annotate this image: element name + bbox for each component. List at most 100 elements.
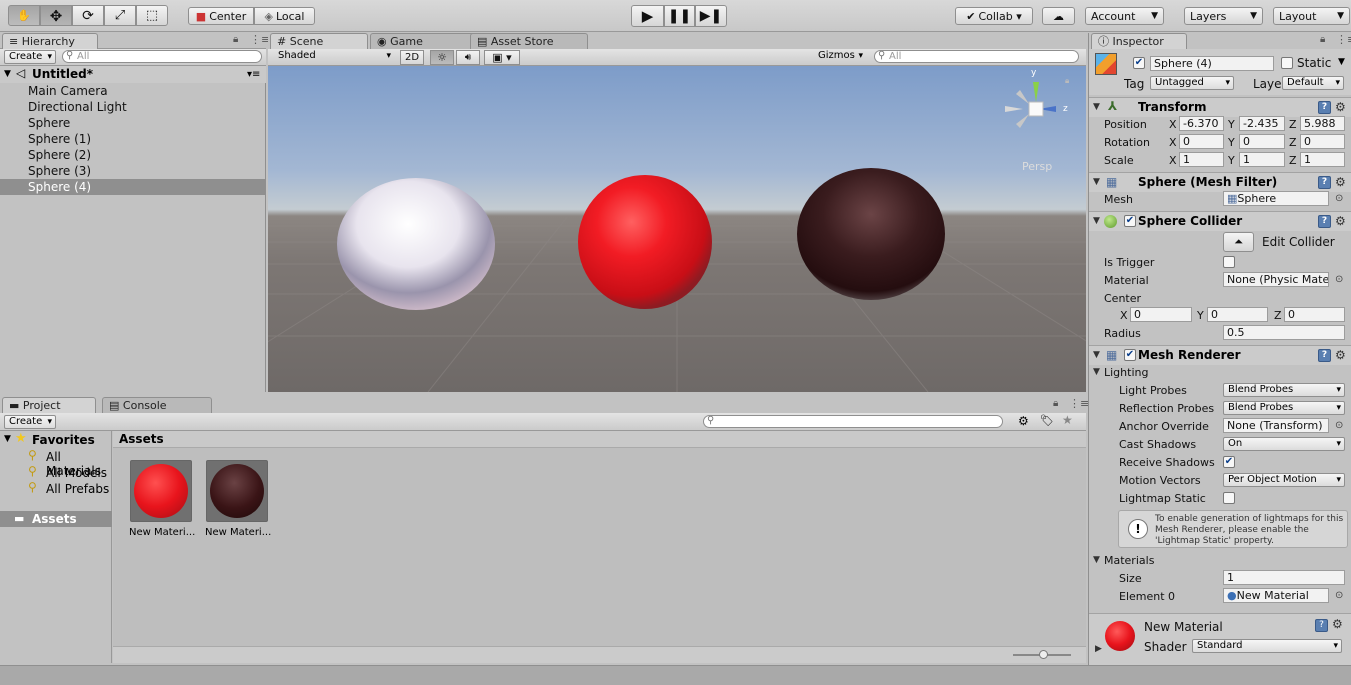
rotation-y-field[interactable]: 0 [1239,134,1285,149]
anchor-override-field[interactable]: None (Transform) [1223,418,1329,433]
effects-dropdown[interactable]: ▣ ▾ [484,50,520,65]
help-icon[interactable]: ? [1318,349,1331,362]
lock-icon[interactable]: 🔒︎ [233,34,238,45]
scene-root-row[interactable]: ▼ ◁ Untitled* ▾≡ [0,66,266,83]
element-0-field[interactable]: ●New Material [1223,588,1329,603]
fav-all-prefabs[interactable]: All Prefabs [46,482,109,496]
list-item[interactable]: Sphere [0,115,265,131]
tab-project[interactable]: ▬ Project [2,397,96,414]
scale-tool-button[interactable]: ⤢ [104,5,136,26]
radius-field[interactable]: 0.5 [1223,325,1345,340]
2d-toggle-button[interactable]: 2D [400,50,424,65]
scene-viewport[interactable]: y z 🔒︎ Persp [268,66,1086,392]
layer-dropdown[interactable]: Default [1282,76,1344,90]
receive-shadows-checkbox[interactable]: ✔ [1223,456,1235,468]
favorites-label[interactable]: Favorites [32,433,95,447]
gear-icon[interactable]: ⚙ [1335,173,1346,192]
panel-menu-icon[interactable]: ⋮≡ [1336,33,1351,46]
help-icon[interactable]: ? [1315,619,1328,632]
expand-triangle-icon[interactable]: ▼ [1093,555,1100,565]
rect-tool-button[interactable]: ⬚ [136,5,168,26]
transform-header[interactable]: ▼ ⅄ Transform ? ⚙ [1089,97,1351,117]
lock-icon[interactable]: 🔒︎ [1053,398,1058,409]
tab-game[interactable]: ◉ Game [370,33,480,50]
list-item[interactable]: Main Camera [0,83,265,99]
gear-icon[interactable]: ⚙ [1335,212,1346,231]
lighting-toggle-button[interactable]: ☼ [430,50,454,65]
active-checkbox[interactable]: ✔ [1133,57,1145,69]
favorite-star-icon[interactable]: ★ [1062,413,1073,427]
chevron-down-icon[interactable]: ▼ [1338,57,1345,67]
expand-triangle-icon[interactable]: ▼ [1093,367,1100,377]
asset-label[interactable]: New Materi... [129,527,195,538]
move-tool-button[interactable]: ✥ [40,5,72,26]
list-item[interactable]: Sphere (2) [0,147,265,163]
materials-size-field[interactable]: 1 [1223,570,1345,585]
step-button[interactable]: ▶❚ [695,5,727,27]
shader-dropdown[interactable]: Standard [1192,639,1342,653]
static-checkbox[interactable] [1281,57,1293,69]
tag-dropdown[interactable]: Untagged [1150,76,1234,90]
expand-triangle-icon[interactable]: ▼ [1093,98,1100,117]
expand-triangle-icon[interactable]: ▼ [1093,173,1100,192]
asset-tile[interactable] [206,460,268,522]
pivot-center-button[interactable]: ■ Center [188,7,254,25]
lock-icon[interactable]: 🔒︎ [1320,34,1325,45]
rotation-x-field[interactable]: 0 [1179,134,1224,149]
position-y-field[interactable]: -2.435 [1239,116,1285,131]
fav-all-models[interactable]: All Models [46,466,107,480]
light-probes-dropdown[interactable]: Blend Probes [1223,383,1345,397]
expand-triangle-icon[interactable]: ▼ [1093,212,1100,231]
scene-search-input[interactable]: All [874,50,1079,63]
rotate-tool-button[interactable]: ⟳ [72,5,104,26]
center-z-field[interactable]: 0 [1284,307,1345,322]
scene-gizmo[interactable]: y z [1001,68,1071,144]
hierarchy-search-input[interactable]: All [62,50,262,63]
project-create-dropdown[interactable]: Create [4,415,56,429]
list-item[interactable]: Directional Light [0,99,265,115]
dark-sphere[interactable] [797,168,945,300]
object-picker-icon[interactable]: ⊙ [1335,590,1343,601]
list-item[interactable]: Sphere (3) [0,163,265,179]
collab-button[interactable]: ✔ Collab ▾ [955,7,1033,25]
center-y-field[interactable]: 0 [1207,307,1268,322]
expand-triangle-icon[interactable]: ▼ [4,66,11,83]
cast-shadows-dropdown[interactable]: On [1223,437,1345,451]
list-item-selected[interactable]: Sphere (4) [0,179,265,195]
red-sphere[interactable] [578,175,712,309]
tab-console[interactable]: ▤ Console [102,397,212,414]
tab-scene[interactable]: # Scene [270,33,368,50]
account-dropdown[interactable]: Account ▼ [1085,7,1164,25]
scale-y-field[interactable]: 1 [1239,152,1285,167]
pivot-local-button[interactable]: ◈ Local [254,7,315,25]
tab-hierarchy[interactable]: ≡ Hierarchy [2,33,98,50]
help-icon[interactable]: ? [1318,215,1331,228]
shading-mode-dropdown[interactable]: Shaded [274,50,394,64]
is-trigger-checkbox[interactable] [1223,256,1235,268]
edit-collider-button[interactable]: ⏶ [1223,232,1254,252]
help-icon[interactable]: ? [1318,101,1331,114]
panel-menu-icon[interactable]: ⋮≡ [1069,397,1089,410]
materials-label[interactable]: Materials [1104,554,1154,567]
mesh-field[interactable]: ▦Sphere [1223,191,1329,206]
search-by-type-icon[interactable]: ⚙ [1018,414,1029,428]
tab-inspector[interactable]: ⓘ Inspector [1091,33,1187,50]
lighting-label[interactable]: Lighting [1104,366,1148,379]
gear-icon[interactable]: ⚙ [1335,346,1346,365]
gear-icon[interactable]: ⚙ [1332,617,1343,631]
hand-tool-button[interactable]: ✋ [8,5,40,26]
collider-material-field[interactable]: None (Physic Mate [1223,272,1329,287]
white-sphere[interactable] [337,178,495,310]
asset-tile[interactable] [130,460,192,522]
hierarchy-create-dropdown[interactable]: Create [4,50,56,64]
tab-asset-store[interactable]: ▤ Asset Store [470,33,588,50]
sphere-collider-header[interactable]: ▼ ✔ Sphere Collider ? ⚙ [1089,211,1351,231]
scale-z-field[interactable]: 1 [1300,152,1345,167]
pause-button[interactable]: ❚❚ [664,5,695,27]
gizmos-dropdown[interactable]: Gizmos [814,50,866,64]
rotation-z-field[interactable]: 0 [1300,134,1345,149]
list-item[interactable]: Sphere (1) [0,131,265,147]
object-picker-icon[interactable]: ⊙ [1335,420,1343,431]
scale-x-field[interactable]: 1 [1179,152,1224,167]
slider-thumb[interactable] [1039,650,1048,659]
